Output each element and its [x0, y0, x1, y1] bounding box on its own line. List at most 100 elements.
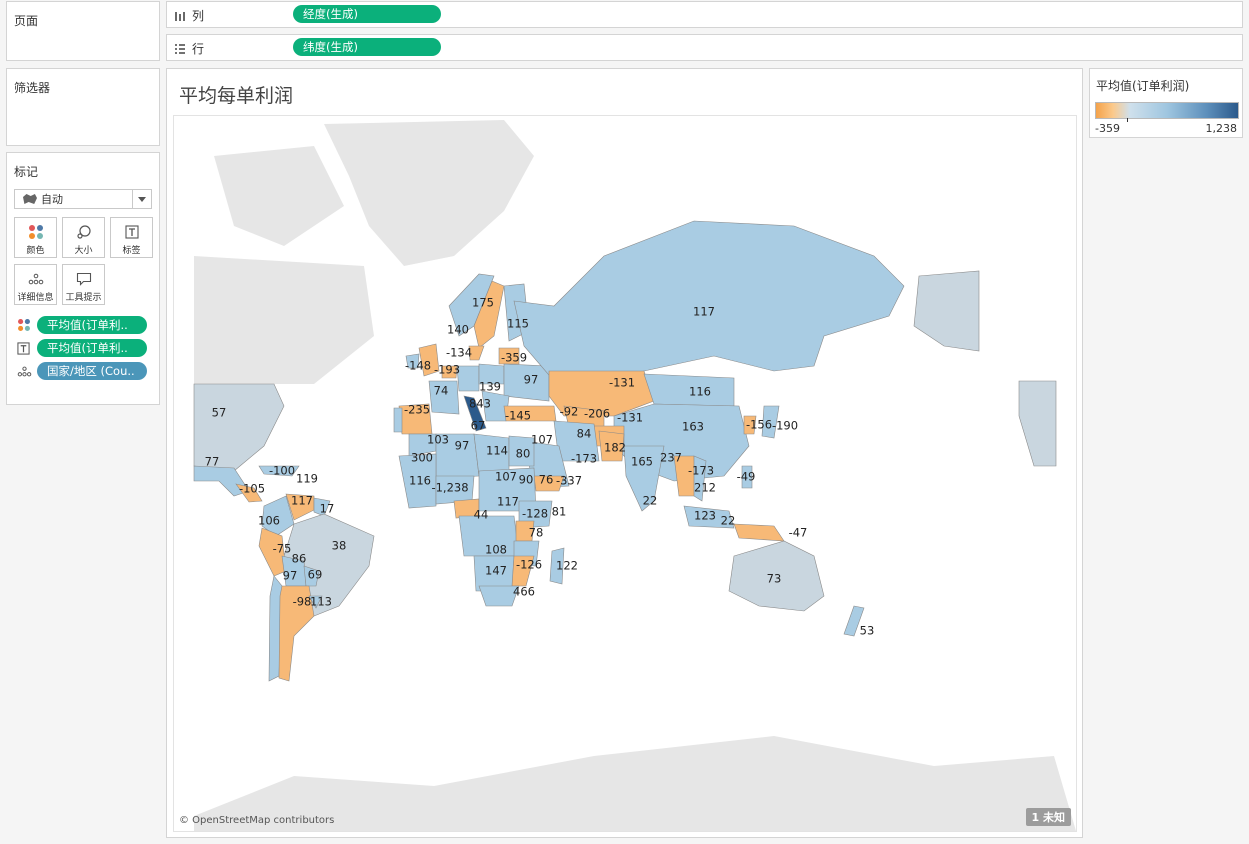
chevron-down-icon[interactable]: [132, 190, 151, 208]
columns-shelf[interactable]: 列 经度(生成): [166, 1, 1243, 28]
unknown-indicator-badge[interactable]: 1 未知: [1025, 808, 1071, 826]
label-uk: -148: [405, 359, 431, 373]
label-turkey: -145: [505, 409, 531, 423]
label-somalia: 81: [552, 505, 567, 519]
label-button-label: 标签: [122, 246, 141, 256]
label-netherlands: -193: [434, 363, 460, 377]
label-mozambique: -126: [516, 558, 542, 572]
columns-icon: [175, 11, 185, 21]
size-button[interactable]: 大小: [62, 217, 105, 258]
tooltip-icon: [76, 272, 91, 286]
columns-shelf-label: 列: [192, 9, 205, 23]
label-bolivia: 86: [292, 552, 307, 566]
map-view[interactable]: 175 140 115 -134 -359 -148 -193 139 74 8…: [173, 115, 1077, 832]
label-spain: -235: [404, 403, 430, 417]
label-south-africa: 466: [513, 585, 535, 599]
label-png: -47: [789, 526, 808, 540]
tooltip-button[interactable]: 工具提示: [62, 264, 105, 305]
color-icon: [18, 319, 30, 331]
label-denmark: -134: [446, 346, 472, 360]
mark-type-dropdown[interactable]: 自动: [14, 189, 152, 209]
legend-max-label: 1,238: [1205, 122, 1238, 135]
rows-icon: [175, 43, 185, 54]
size-button-label: 大小: [74, 246, 93, 256]
world-map[interactable]: 175 140 115 -134 -359 -148 -193 139 74 8…: [174, 116, 1076, 831]
tooltip-button-label: 工具提示: [65, 293, 102, 303]
label-madagascar: 122: [556, 559, 578, 573]
detail-button[interactable]: 详细信息: [14, 264, 57, 305]
color-button[interactable]: 颜色: [14, 217, 57, 258]
map-icon: [23, 194, 37, 204]
label-balkans: 67: [471, 419, 486, 433]
label-indonesia: 22: [721, 514, 736, 528]
label-guatemala: -105: [239, 482, 265, 496]
label-uzbekistan: -206: [584, 407, 610, 421]
filters-card[interactable]: 筛选器: [6, 68, 160, 146]
north-canada-land: [194, 256, 374, 384]
color-button-label: 颜色: [26, 246, 45, 256]
label-angola: 108: [485, 543, 507, 557]
marks-card-title: 标记: [14, 165, 39, 179]
label-pill-row: 平均值(订单利..: [17, 338, 157, 358]
label-iraq: 107: [531, 433, 553, 447]
label-portugal: 103: [427, 433, 449, 447]
label-brazil: 38: [332, 539, 347, 553]
label-measure-pill[interactable]: 平均值(订单利..: [37, 339, 147, 357]
label-india: 165: [631, 455, 653, 469]
country-portugal: [393, 407, 403, 433]
size-icon: [76, 225, 91, 239]
rows-shelf[interactable]: 行 纬度(生成): [166, 34, 1243, 61]
label-icon: [17, 341, 30, 355]
color-legend[interactable]: 平均值(订单利润) -359 1,238: [1089, 68, 1243, 138]
latitude-pill[interactable]: 纬度(生成): [293, 38, 441, 56]
country-alaska: [913, 270, 980, 352]
label-cuba: -100: [269, 464, 295, 478]
label-paraguay: 69: [308, 568, 323, 582]
label-finland: 115: [507, 317, 529, 331]
label-italy: 843: [469, 397, 491, 411]
label-malaysia: 123: [694, 509, 716, 523]
label-norway: 140: [447, 323, 469, 337]
country-indonesia-east: [733, 523, 785, 542]
label-guyana: 17: [320, 502, 335, 516]
detail-icon: [17, 366, 32, 376]
label-saudi: -173: [571, 452, 597, 466]
label-libya: 114: [486, 444, 508, 458]
label-venezuela: 117: [291, 494, 313, 508]
view-area: 平均每单利润 175 140 115 -134 -359 -148 -193 1…: [166, 68, 1083, 838]
label-pakistan: 182: [604, 441, 626, 455]
country-dimension-pill[interactable]: 国家/地区 (Cou..: [37, 362, 147, 380]
label-button[interactable]: 标签: [110, 217, 153, 258]
label-korea: -156: [746, 418, 772, 432]
country-russia: [513, 220, 905, 382]
label-algeria: 97: [455, 439, 470, 453]
label-mexico: 77: [205, 455, 220, 469]
label-russia: 117: [693, 305, 715, 319]
map-attribution[interactable]: © OpenStreetMap contributors: [179, 815, 334, 826]
label-thailand: -173: [688, 464, 714, 478]
arctic-islands-land: [214, 146, 344, 246]
label-philippines: -49: [737, 470, 756, 484]
rows-shelf-label: 行: [192, 42, 205, 56]
label-senegal: 116: [409, 474, 431, 488]
pages-card-title: 页面: [14, 14, 39, 28]
label-argentina: -98: [293, 595, 312, 609]
legend-title: 平均值(订单利润): [1096, 79, 1190, 93]
label-kenya: -128: [522, 507, 548, 521]
label-new-zealand: 53: [860, 624, 875, 638]
longitude-pill[interactable]: 经度(生成): [293, 5, 441, 23]
mark-type-value: 自动: [41, 193, 63, 206]
greenland-land: [324, 120, 534, 266]
pages-card[interactable]: 页面: [6, 1, 160, 61]
color-measure-pill[interactable]: 平均值(订单利..: [37, 316, 147, 334]
label-poland: 139: [479, 380, 501, 394]
legend-zero-tick: [1127, 118, 1128, 122]
label-icon: [124, 225, 139, 239]
label-eritrea: 76: [539, 473, 554, 487]
label-uruguay: 113: [310, 595, 332, 609]
label-iran: 84: [577, 427, 592, 441]
label-vietnam: 212: [694, 481, 716, 495]
label-france: 74: [434, 384, 449, 398]
detail-icon: [28, 273, 43, 285]
label-australia: 73: [767, 572, 782, 586]
